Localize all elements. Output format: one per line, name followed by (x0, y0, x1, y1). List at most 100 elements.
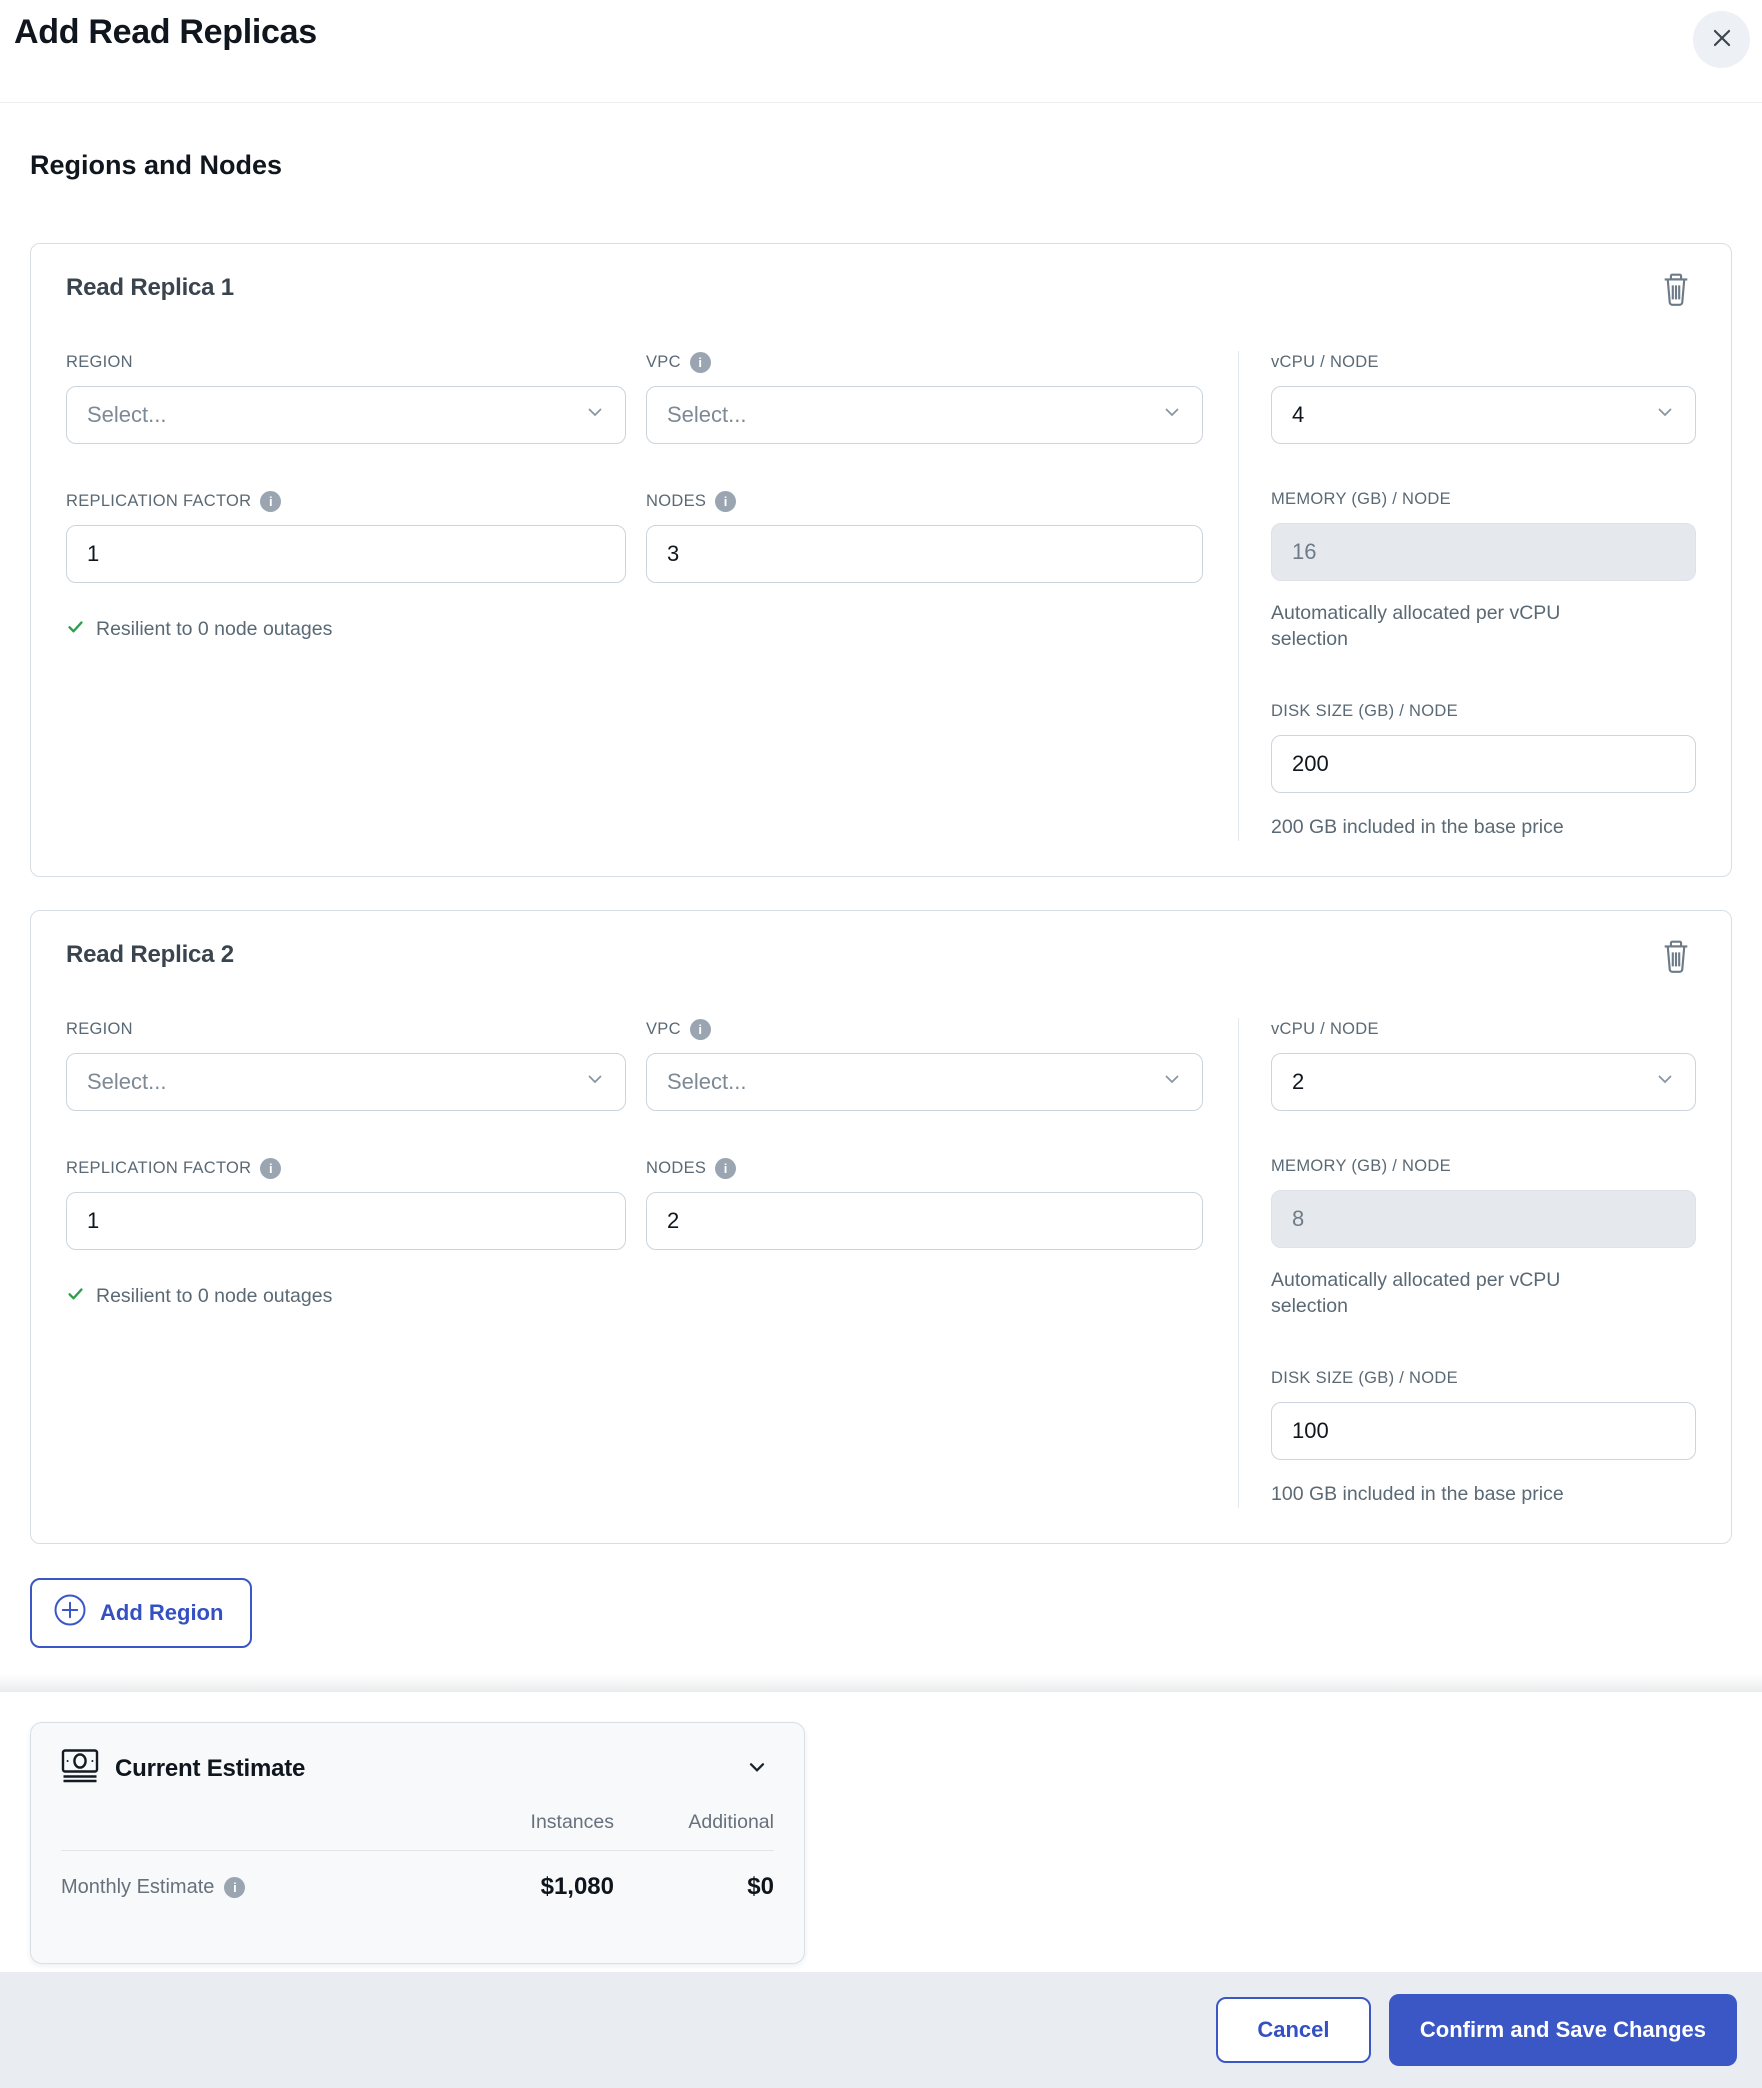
vcpu-label-text: vCPU / NODE (1271, 1019, 1379, 1038)
region-select[interactable]: Select... (66, 386, 626, 444)
delete-replica-button[interactable] (1660, 939, 1692, 978)
replication-factor-label: REPLICATION FACTOR i (66, 1157, 626, 1179)
memory-label: MEMORY (GB) / NODE (1271, 1155, 1696, 1177)
vcpu-select[interactable]: 2 (1271, 1053, 1696, 1111)
info-icon[interactable]: i (260, 1157, 282, 1179)
vpc-select-value: Select... (667, 402, 747, 427)
vpc-select-value: Select... (667, 1069, 747, 1094)
vpc-label-text: VPC (646, 352, 681, 371)
current-estimate-panel: Current Estimate Instances Additional Mo… (30, 1722, 805, 1964)
vcpu-label-text: vCPU / NODE (1271, 352, 1379, 371)
memory-helper-text: Automatically allocated per vCPU selecti… (1271, 602, 1561, 650)
add-region-label: Add Region (100, 1600, 224, 1625)
replica-card-title: Read Replica 1 (66, 274, 234, 301)
info-icon[interactable]: i (224, 1876, 246, 1898)
region-select-value: Select... (87, 402, 167, 427)
disk-label-text: DISK SIZE (GB) / NODE (1271, 701, 1458, 720)
estimate-collapse-button[interactable] (740, 1750, 774, 1787)
cancel-button[interactable]: Cancel (1215, 1997, 1371, 2063)
memory-label: MEMORY (GB) / NODE (1271, 488, 1696, 510)
memory-field: MEMORY (GB) / NODE Automatically allocat… (1271, 1155, 1696, 1319)
monthly-estimate-label-text: Monthly Estimate (61, 1875, 215, 1898)
read-replica-card-2: Read Replica 2 REGION Select... VPC i Se… (30, 910, 1732, 1544)
vpc-label: VPC i (646, 351, 1203, 373)
chevron-down-icon (1653, 400, 1677, 430)
trash-icon (1660, 273, 1692, 311)
memory-field: MEMORY (GB) / NODE Automatically allocat… (1271, 488, 1696, 652)
monthly-estimate-additional-value: $0 (747, 1873, 774, 1900)
replication-factor-label-text: REPLICATION FACTOR (66, 491, 252, 510)
replication-factor-label: REPLICATION FACTOR i (66, 490, 626, 512)
vpc-field: VPC i Select... (646, 1018, 1203, 1111)
info-icon[interactable]: i (715, 490, 737, 512)
vpc-select[interactable]: Select... (646, 1053, 1203, 1111)
banknote-icon (61, 1748, 99, 1789)
check-icon (66, 617, 85, 642)
page-title: Add Read Replicas (14, 13, 317, 51)
close-button[interactable] (1693, 11, 1750, 68)
section-title: Regions and Nodes (30, 150, 283, 180)
vpc-field: VPC i Select... (646, 351, 1203, 444)
disk-label: DISK SIZE (GB) / NODE (1271, 1367, 1696, 1389)
region-select[interactable]: Select... (66, 1053, 626, 1111)
replica-card-title: Read Replica 2 (66, 941, 234, 968)
vcpu-select[interactable]: 4 (1271, 386, 1696, 444)
vcpu-label: vCPU / NODE (1271, 351, 1696, 373)
disk-label: DISK SIZE (GB) / NODE (1271, 700, 1696, 722)
disk-size-input[interactable] (1271, 735, 1696, 794)
region-field: REGION Select... (66, 351, 626, 444)
disk-field: DISK SIZE (GB) / NODE 100 GB included in… (1271, 1367, 1696, 1508)
estimate-title: Current Estimate (115, 1754, 306, 1782)
vpc-label-text: VPC (646, 1019, 681, 1038)
nodes-label: NODES i (646, 490, 1203, 512)
nodes-label-text: NODES (646, 491, 707, 510)
resilience-status: Resilient to 0 node outages (66, 617, 1203, 642)
replication-factor-input[interactable] (66, 525, 626, 583)
replication-factor-field: REPLICATION FACTOR i (66, 1157, 626, 1250)
add-region-button[interactable]: Add Region (30, 1578, 253, 1648)
memory-helper-text: Automatically allocated per vCPU selecti… (1271, 1269, 1561, 1317)
monthly-estimate-label: Monthly Estimate i (61, 1876, 444, 1899)
close-icon (1709, 25, 1735, 54)
dialog-header: Add Read Replicas (0, 0, 1762, 103)
memory-label-text: MEMORY (GB) / NODE (1271, 1156, 1451, 1175)
vcpu-field: vCPU / NODE 4 (1271, 351, 1696, 444)
plus-circle-icon (53, 1593, 87, 1633)
info-icon[interactable]: i (715, 1157, 737, 1179)
chevron-down-icon (1160, 400, 1184, 430)
region-field: REGION Select... (66, 1018, 626, 1111)
nodes-field: NODES i (646, 1157, 1203, 1250)
region-label-text: REGION (66, 352, 133, 371)
delete-replica-button[interactable] (1660, 272, 1692, 311)
chevron-down-icon (583, 1067, 607, 1097)
region-label-text: REGION (66, 1019, 133, 1038)
region-label: REGION (66, 351, 626, 373)
estimate-col-instances: Instances (530, 1811, 614, 1833)
read-replica-card-1: Read Replica 1 REGION Select... VPC i Se… (30, 243, 1732, 877)
disk-size-input[interactable] (1271, 1402, 1696, 1461)
info-icon[interactable]: i (689, 351, 711, 373)
confirm-save-button[interactable]: Confirm and Save Changes (1388, 1994, 1737, 2066)
replication-factor-input[interactable] (66, 1192, 626, 1250)
nodes-input[interactable] (646, 525, 1203, 583)
region-select-value: Select... (87, 1069, 167, 1094)
monthly-estimate-instances-value: $1,080 (540, 1873, 614, 1900)
nodes-input[interactable] (646, 1192, 1203, 1250)
trash-icon (1660, 940, 1692, 978)
disk-field: DISK SIZE (GB) / NODE 200 GB included in… (1271, 700, 1696, 841)
resilience-status: Resilient to 0 node outages (66, 1284, 1203, 1309)
vpc-select[interactable]: Select... (646, 386, 1203, 444)
memory-input (1271, 1190, 1696, 1248)
sticky-footer-shadow (0, 1674, 1762, 1692)
disk-label-text: DISK SIZE (GB) / NODE (1271, 1368, 1458, 1387)
memory-label-text: MEMORY (GB) / NODE (1271, 489, 1451, 508)
info-icon[interactable]: i (260, 490, 282, 512)
check-icon (66, 1284, 85, 1309)
dialog-footer: Cancel Confirm and Save Changes (0, 1972, 1762, 2088)
resilience-text: Resilient to 0 node outages (96, 618, 333, 640)
resilience-text: Resilient to 0 node outages (96, 1285, 333, 1307)
vcpu-select-value: 2 (1292, 1069, 1305, 1094)
nodes-field: NODES i (646, 490, 1203, 583)
disk-helper-text: 100 GB included in the base price (1271, 1483, 1564, 1506)
info-icon[interactable]: i (689, 1018, 711, 1040)
